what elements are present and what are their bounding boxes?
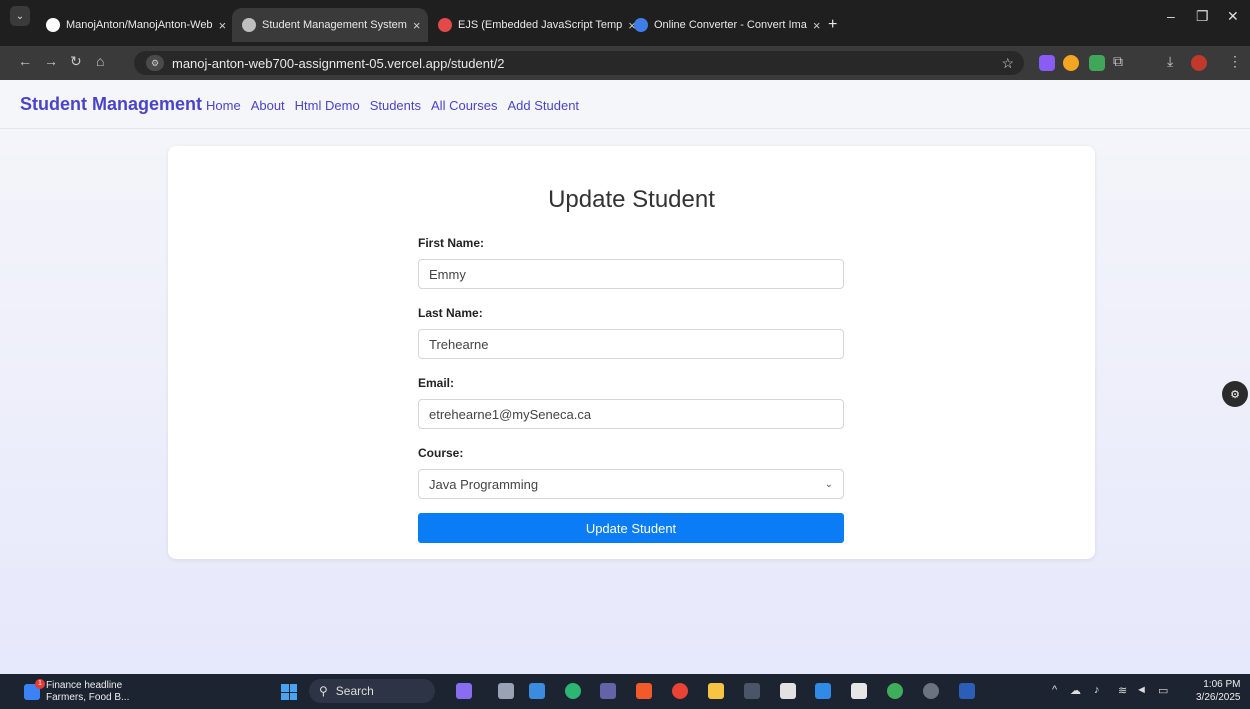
word-icon[interactable]: [959, 683, 975, 699]
news-icon: 1: [24, 679, 45, 700]
course-label: Course:: [418, 446, 464, 460]
tab-title: Student Management System: [262, 19, 407, 31]
vscode-icon[interactable]: [815, 683, 831, 699]
first-name-input[interactable]: Emmy: [418, 259, 844, 289]
tray-chevron-icon[interactable]: ^: [1052, 684, 1057, 696]
nav-link-home[interactable]: Home: [206, 98, 241, 113]
notion-icon[interactable]: [780, 683, 796, 699]
email-input[interactable]: etrehearne1@mySeneca.ca: [418, 399, 844, 429]
download-icon[interactable]: ⤓: [1167, 53, 1173, 70]
update-student-card: Update Student First Name: Emmy Last Nam…: [168, 146, 1095, 559]
github-icon: [46, 18, 60, 32]
tab-title: Online Converter - Convert Ima: [654, 19, 807, 31]
address-bar[interactable]: ⚙ manoj-anton-web700-assignment-05.verce…: [134, 51, 1024, 75]
first-name-label: First Name:: [418, 236, 485, 250]
chrome-icon[interactable]: [672, 683, 688, 699]
nav-link-about[interactable]: About: [251, 98, 285, 113]
url-text: manoj-anton-web700-assignment-05.vercel.…: [172, 55, 505, 71]
tab-ejs[interactable]: EJS (Embedded JavaScript Temp ×: [428, 8, 636, 42]
battery-icon[interactable]: ▭: [1158, 684, 1168, 697]
nav-links: Home About Html Demo Students All Course…: [206, 98, 579, 113]
update-student-button[interactable]: Update Student: [418, 513, 844, 543]
profile-avatar[interactable]: [1191, 55, 1207, 71]
site-navbar: Student Management Home About Html Demo …: [0, 80, 1250, 129]
shield-extension-icon[interactable]: [1089, 55, 1105, 71]
microphone-icon[interactable]: ♪: [1094, 684, 1100, 696]
copilot-icon[interactable]: [456, 683, 472, 699]
page-title: Update Student: [548, 186, 715, 213]
restore-icon[interactable]: ❐: [1196, 8, 1209, 25]
github-desktop-icon[interactable]: [923, 683, 939, 699]
last-name-input[interactable]: Trehearne: [418, 329, 844, 359]
wifi-icon[interactable]: ≋: [1118, 684, 1127, 697]
nav-link-all-courses[interactable]: All Courses: [431, 98, 497, 113]
taskbar-search[interactable]: ⚲ Search: [309, 679, 435, 703]
browser-toolbar: ← → ↻ ⌂ ⚙ manoj-anton-web700-assignment-…: [0, 46, 1250, 80]
extensions-puzzle-icon[interactable]: ⧉: [1113, 53, 1123, 70]
nav-link-students[interactable]: Students: [370, 98, 421, 113]
search-label: Search: [335, 684, 374, 698]
app-icon[interactable]: [887, 683, 903, 699]
extension-icon[interactable]: [1063, 55, 1079, 71]
teams-icon[interactable]: [600, 683, 616, 699]
edge-icon[interactable]: [565, 683, 581, 699]
page-body: Update Student First Name: Emmy Last Nam…: [0, 129, 1250, 674]
browser-tab-strip: ⌄ ManojAnton/ManojAnton-Web × Student Ma…: [0, 0, 1250, 46]
widgets-icon[interactable]: [529, 683, 545, 699]
email-label: Email:: [418, 376, 455, 390]
brave-icon[interactable]: [636, 683, 652, 699]
news-widget[interactable]: 1 Finance headline Farmers, Food B...: [24, 679, 130, 704]
volume-icon[interactable]: ◄: [1136, 684, 1147, 696]
tab-title: ManojAnton/ManojAnton-Web: [66, 19, 213, 31]
extension-icon[interactable]: [1039, 55, 1055, 71]
news-subtitle: Farmers, Food B...: [46, 692, 130, 703]
bookmark-star-icon[interactable]: ☆: [1001, 55, 1014, 72]
last-name-label: Last Name:: [418, 306, 483, 320]
notification-badge: 1: [35, 679, 45, 689]
globe-icon: [242, 18, 256, 32]
task-view-icon[interactable]: [498, 683, 514, 699]
app-icon[interactable]: [851, 683, 867, 699]
taskbar-clock[interactable]: 1:06 PM 3/26/2025: [1196, 678, 1241, 704]
new-tab-button[interactable]: +: [818, 8, 848, 42]
tab-github[interactable]: ManojAnton/ManojAnton-Web ×: [36, 8, 232, 42]
course-select[interactable]: Java Programming ⌄: [418, 469, 844, 499]
chevron-down-icon: ⌄: [824, 478, 833, 490]
news-title: Finance headline: [46, 680, 123, 691]
tab-online-converter[interactable]: Online Converter - Convert Ima ×: [624, 8, 820, 42]
email-value: etrehearne1@mySeneca.ca: [429, 406, 592, 422]
close-icon[interactable]: ×: [413, 18, 421, 33]
menu-kebab-icon[interactable]: ⋮: [1228, 53, 1242, 70]
ejs-icon: [438, 18, 452, 32]
site-info-icon[interactable]: ⚙: [146, 55, 164, 71]
onedrive-icon[interactable]: ☁: [1070, 684, 1081, 697]
first-name-value: Emmy: [429, 266, 466, 282]
file-explorer-icon[interactable]: [708, 683, 724, 699]
reload-icon[interactable]: ↻: [70, 53, 82, 70]
tab-student-management[interactable]: Student Management System ×: [232, 8, 428, 42]
clock-date: 3/26/2025: [1196, 692, 1241, 703]
home-icon[interactable]: ⌂: [96, 53, 104, 69]
last-name-value: Trehearne: [429, 336, 489, 352]
terminal-icon[interactable]: [744, 683, 760, 699]
close-icon[interactable]: ×: [219, 18, 227, 33]
search-icon: ⚲: [319, 684, 328, 698]
back-icon[interactable]: ←: [18, 53, 32, 69]
minimize-icon[interactable]: –: [1167, 8, 1175, 24]
windows-start-icon[interactable]: [281, 684, 297, 700]
brand-logo[interactable]: Student Management: [20, 94, 202, 115]
floating-settings-icon[interactable]: ⚙: [1222, 381, 1248, 407]
nav-link-html-demo[interactable]: Html Demo: [295, 98, 360, 113]
clock-time: 1:06 PM: [1203, 679, 1241, 690]
nav-link-add-student[interactable]: Add Student: [507, 98, 579, 113]
windows-taskbar: 1 Finance headline Farmers, Food B... ⚲ …: [0, 674, 1250, 709]
converter-icon: [634, 18, 648, 32]
course-value: Java Programming: [429, 476, 539, 492]
window-close-icon[interactable]: ✕: [1227, 8, 1239, 25]
forward-icon[interactable]: →: [44, 53, 58, 69]
tab-title: EJS (Embedded JavaScript Temp: [458, 19, 623, 31]
